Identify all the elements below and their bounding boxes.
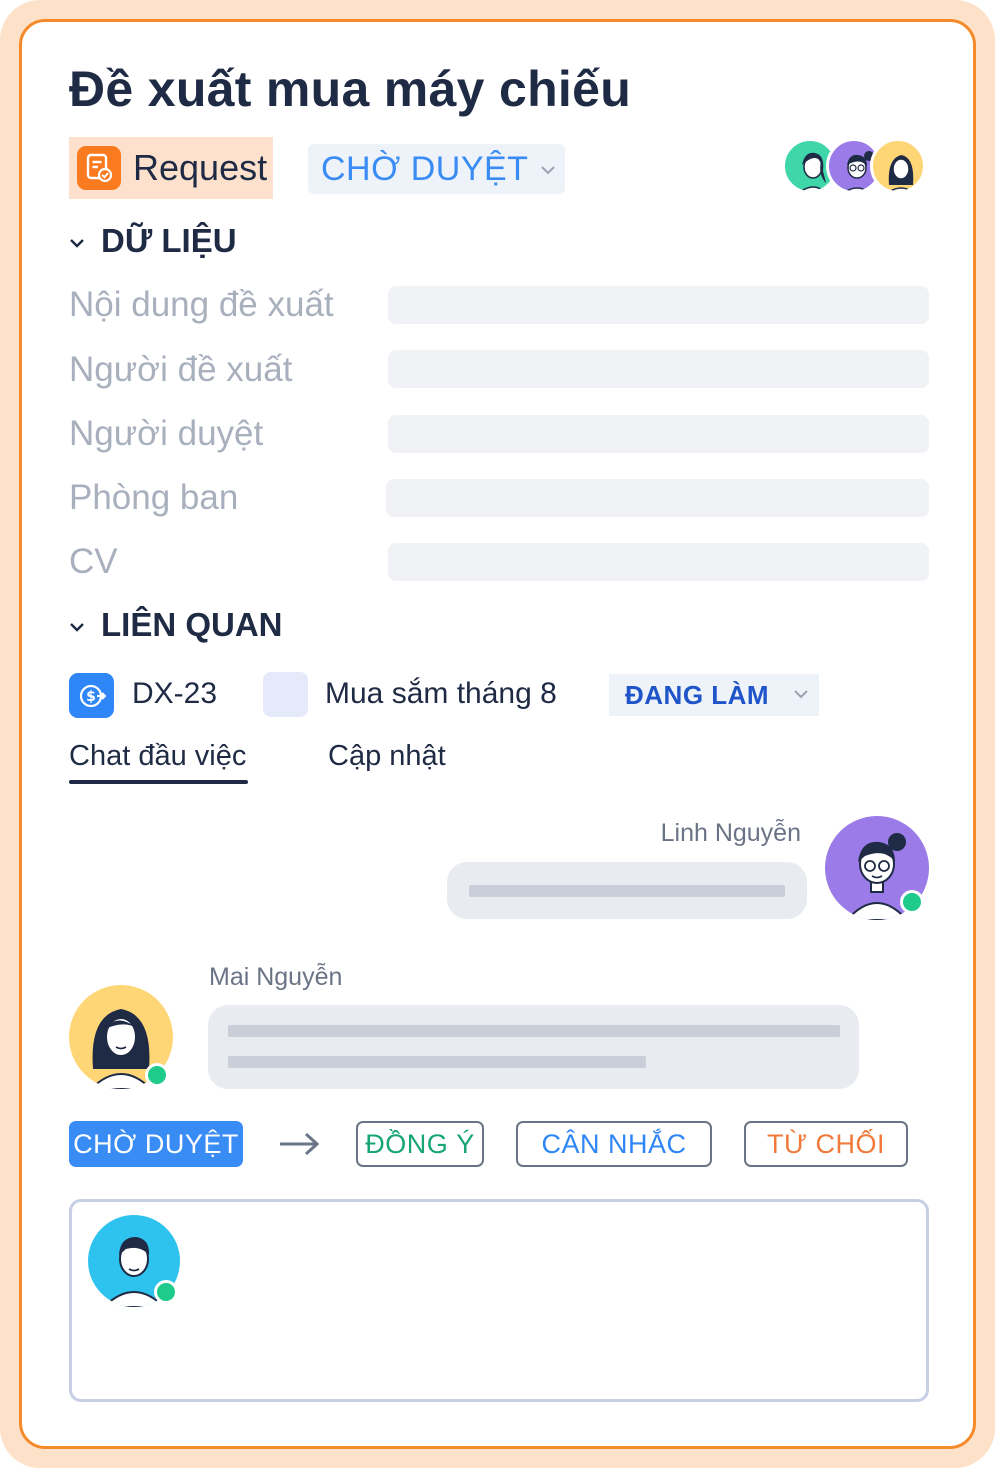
status-dropdown[interactable]: CHỜ DUYỆT [308, 144, 565, 194]
money-transfer-icon: $ [69, 673, 114, 718]
field-proposer-input[interactable] [388, 350, 929, 388]
chevron-down-icon [540, 159, 556, 180]
message-text-placeholder [469, 885, 785, 897]
consider-button[interactable]: CÂN NHẮC [516, 1121, 712, 1167]
message-author: Mai Nguyễn [209, 963, 343, 991]
field-cv-input[interactable] [388, 543, 929, 581]
avatar[interactable] [870, 138, 926, 194]
field-label-cv: CV [69, 542, 118, 581]
approve-label: ĐỒNG Ý [365, 1128, 475, 1159]
data-section-heading: DỮ LIỆU [101, 222, 237, 259]
svg-text:$: $ [86, 689, 96, 705]
current-status-label: CHỜ DUYỆT [73, 1128, 239, 1159]
status-label: CHỜ DUYỆT [321, 149, 529, 188]
related-item-code[interactable]: DX-23 [132, 677, 217, 711]
related-section-toggle[interactable]: LIÊN QUAN [69, 606, 283, 644]
message-bubble [208, 1005, 859, 1089]
message-bubble [447, 862, 807, 919]
type-chip-label: Request [133, 147, 268, 188]
arrow-right-icon [278, 1126, 322, 1162]
chevron-down-icon [793, 686, 809, 704]
active-tab-indicator [69, 780, 248, 784]
page-title: Đề xuất mua máy chiếu [69, 61, 632, 117]
field-label-department: Phòng ban [69, 478, 239, 517]
field-content-input[interactable] [388, 286, 929, 324]
reject-button[interactable]: TỪ CHỐI [744, 1121, 908, 1167]
tab-updates[interactable]: Cập nhật [328, 740, 446, 773]
related-item-checkbox[interactable] [263, 672, 308, 717]
field-department-input[interactable] [386, 479, 929, 517]
participant-avatars[interactable] [782, 138, 932, 194]
avatar[interactable] [69, 985, 173, 1089]
tab-task-chat[interactable]: Chat đầu việc [69, 740, 246, 773]
avatar[interactable] [825, 816, 929, 920]
request-card: Đề xuất mua máy chiếu Request CHỜ DUYỆT [19, 19, 976, 1449]
message-text-placeholder [228, 1025, 840, 1037]
field-label-approver: Người duyệt [69, 414, 264, 453]
online-status-dot [154, 1280, 178, 1304]
related-item-name[interactable]: Mua sắm tháng 8 [325, 677, 557, 711]
related-item-status-dropdown[interactable]: ĐANG LÀM [609, 674, 819, 716]
consider-label: CÂN NHẮC [541, 1128, 687, 1159]
current-status-button[interactable]: CHỜ DUYỆT [69, 1121, 243, 1167]
data-section-toggle[interactable]: DỮ LIỆU [69, 222, 237, 260]
comment-input[interactable] [69, 1199, 929, 1402]
avatar [88, 1215, 180, 1307]
online-status-dot [145, 1063, 169, 1087]
message-author: Linh Nguyễn [660, 819, 801, 847]
reject-label: TỪ CHỐI [766, 1128, 886, 1159]
type-chip[interactable]: Request [69, 137, 273, 199]
online-status-dot [900, 890, 924, 914]
message-text-placeholder [228, 1056, 646, 1068]
related-item-status-label: ĐANG LÀM [625, 679, 770, 710]
approve-button[interactable]: ĐỒNG Ý [356, 1121, 484, 1167]
field-label-content: Nội dung đề xuất [69, 285, 334, 324]
related-section-heading: LIÊN QUAN [101, 606, 283, 643]
field-approver-input[interactable] [388, 415, 929, 453]
request-doc-icon [77, 146, 121, 190]
chevron-down-icon [69, 232, 85, 253]
chevron-down-icon [69, 616, 85, 637]
field-label-proposer: Người đề xuất [69, 350, 293, 389]
